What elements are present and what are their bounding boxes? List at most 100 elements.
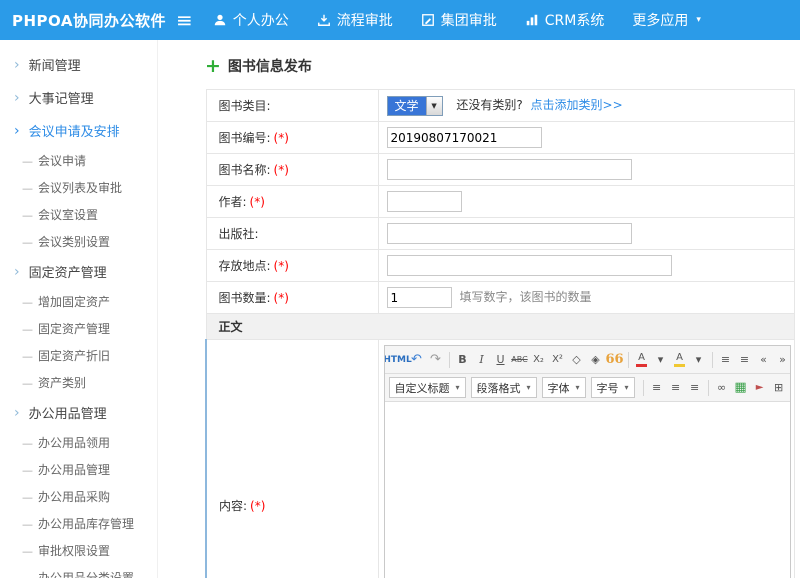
sidebar-group-meetings[interactable]: › 会议申请及安排 — [0, 114, 157, 147]
sidebar-group-fixed-assets[interactable]: › 固定资产管理 — [0, 255, 157, 288]
blockquote-icon[interactable]: 66 — [606, 350, 624, 370]
field-label: 存放地点: — [219, 259, 271, 273]
sidebar-group-news[interactable]: › 新闻管理 — [0, 48, 157, 81]
align-right-icon[interactable]: ≡ — [686, 378, 704, 398]
quantity-hint: 填写数字，该图书的数量 — [460, 290, 592, 304]
sidebar-item-meeting-category-settings[interactable]: —会议类别设置 — [0, 228, 157, 255]
sidebar-item-supplies-manage[interactable]: —办公用品管理 — [0, 456, 157, 483]
image-icon[interactable]: ▦ — [732, 378, 750, 398]
hilite-color-caret-icon[interactable]: ▾ — [690, 350, 708, 370]
sidebar-group-memorabilia[interactable]: › 大事记管理 — [0, 81, 157, 114]
nav-process-approval[interactable]: 流程审批 — [317, 10, 393, 30]
align-left-icon[interactable]: ≡ — [648, 378, 666, 398]
hilite-color-glyph: A — [676, 353, 683, 363]
book-no-input[interactable] — [387, 127, 542, 148]
sidebar-group-office-supplies[interactable]: › 办公用品管理 — [0, 396, 157, 429]
nav-personal-office[interactable]: 个人办公 — [213, 10, 289, 30]
sidebar-item-meeting-list-approval[interactable]: — 会议列表及审批 — [0, 174, 157, 201]
dropdown-label: 段落格式 — [477, 380, 521, 396]
font-color-caret-icon[interactable]: ▾ — [652, 350, 670, 370]
plus-icon: + — [205, 57, 221, 76]
custom-title-dropdown[interactable]: 自定义标题▾ — [389, 377, 466, 398]
sidebar-item-label: 会议列表及审批 — [38, 181, 122, 195]
hilite-color-icon[interactable]: A — [671, 350, 689, 370]
quantity-input[interactable] — [387, 287, 452, 308]
paragraph-format-dropdown[interactable]: 段落格式 ▾ — [471, 377, 537, 398]
unordered-list-icon[interactable]: ≡ — [717, 350, 735, 370]
editor-content-area[interactable] — [385, 402, 790, 578]
bar-chart-icon — [525, 13, 539, 27]
chevron-right-icon: › — [14, 58, 20, 72]
font-family-dropdown[interactable]: 字体▾ — [542, 377, 586, 398]
caret-down-icon: ▾ — [527, 383, 531, 392]
nav-more-apps[interactable]: 更多应用 ▾ — [632, 10, 701, 30]
sidebar-item-label: 审批权限设置 — [38, 544, 110, 558]
sidebar-group-label: 大事记管理 — [29, 88, 94, 107]
sidebar-item-meeting-room-settings[interactable]: — 会议室设置 — [0, 201, 157, 228]
outdent-icon[interactable]: « — [755, 350, 773, 370]
font-color-icon[interactable]: A — [633, 350, 651, 370]
select-caret-icon: ▼ — [426, 97, 442, 115]
sidebar-item-label: 办公用品采购 — [38, 490, 110, 504]
italic-icon[interactable]: I — [473, 350, 491, 370]
redo-icon[interactable]: ↷ — [427, 350, 445, 370]
nav-group-approval[interactable]: 集团审批 — [421, 10, 497, 30]
strikethrough-icon[interactable]: ABC — [511, 350, 529, 370]
dash-prefix: — — [22, 155, 33, 168]
location-input[interactable] — [387, 255, 672, 276]
publisher-input[interactable] — [387, 223, 632, 244]
dash-prefix: — — [22, 182, 33, 195]
undo-icon[interactable]: ↶ — [408, 350, 426, 370]
sidebar-item-asset-category[interactable]: —资产类别 — [0, 369, 157, 396]
form-row-book-name: 图书名称:(*) — [206, 154, 795, 186]
sidebar-item-supplies-requisition[interactable]: —办公用品领用 — [0, 429, 157, 456]
category-select[interactable]: 文学 ▼ — [387, 96, 443, 116]
nav-crm-system[interactable]: CRM系统 — [525, 10, 605, 30]
sidebar-item-label: 会议室设置 — [38, 208, 98, 222]
sidebar-item-meeting-apply[interactable]: —会议申请 — [0, 147, 157, 174]
emoticon-icon[interactable]: ☺ — [789, 378, 790, 398]
hamburger-menu-icon[interactable]: ≡ — [176, 10, 193, 30]
underline-icon[interactable]: U — [492, 350, 510, 370]
category-selected-value: 文学 — [388, 97, 426, 115]
sidebar-item-fixed-asset-manage[interactable]: —固定资产管理 — [0, 315, 157, 342]
bold-icon[interactable]: B — [454, 350, 472, 370]
ordered-list-icon[interactable]: ≡ — [736, 350, 754, 370]
sidebar-item-fixed-asset-depreciation[interactable]: —固定资产折旧 — [0, 342, 157, 369]
sidebar-item-label: 固定资产管理 — [38, 322, 110, 336]
nav-label: 流程审批 — [337, 10, 393, 30]
sidebar-item-supplies-inventory[interactable]: —办公用品库存管理 — [0, 510, 157, 537]
edit-square-icon — [421, 13, 435, 27]
font-size-dropdown[interactable]: 字号 ▾ — [591, 377, 635, 398]
remove-format-icon[interactable]: ◇ — [568, 350, 586, 370]
subscript-icon[interactable]: X₂ — [530, 350, 548, 370]
sidebar-group-label: 会议申请及安排 — [29, 121, 120, 140]
dash-prefix: — — [22, 209, 33, 222]
media-icon[interactable]: ► — [751, 378, 769, 398]
rich-text-editor: HTML ↶ ↷ B I U ABC X₂ X² ◇ ◈ 66 — [384, 345, 791, 578]
align-center-icon[interactable]: ≡ — [667, 378, 685, 398]
sidebar-item-supplies-purchase[interactable]: —办公用品采购 — [0, 483, 157, 510]
book-name-input[interactable] — [387, 159, 632, 180]
superscript-icon[interactable]: X² — [549, 350, 567, 370]
format-brush-icon[interactable]: ◈ — [587, 350, 605, 370]
form-row-author: 作者:(*) — [206, 186, 795, 218]
add-category-link[interactable]: 点击添加类别>> — [531, 98, 623, 112]
indent-icon[interactable]: » — [774, 350, 790, 370]
dropdown-label: 字号 — [597, 380, 619, 396]
required-marker: (*) — [250, 195, 265, 209]
author-input[interactable] — [387, 191, 462, 212]
sidebar-item-approval-permission[interactable]: —审批权限设置 — [0, 537, 157, 564]
caret-down-icon: ▾ — [456, 383, 460, 392]
sidebar-item-label: 办公用品领用 — [38, 436, 110, 450]
required-marker: (*) — [274, 259, 289, 273]
page-title: + 图书信息发布 — [205, 56, 795, 76]
table-icon[interactable]: ⊞ — [770, 378, 788, 398]
html-source-icon[interactable]: HTML — [389, 350, 407, 370]
sidebar-item-label: 办公用品库存管理 — [38, 517, 134, 531]
link-icon[interactable]: ∞ — [713, 378, 731, 398]
sidebar-item-supplies-category[interactable]: —办公用品分类设置 — [0, 564, 157, 578]
sidebar-item-add-fixed-asset[interactable]: —增加固定资产 — [0, 288, 157, 315]
category-hint: 还没有类别? — [456, 98, 522, 112]
caret-down-icon: ▾ — [625, 383, 629, 392]
